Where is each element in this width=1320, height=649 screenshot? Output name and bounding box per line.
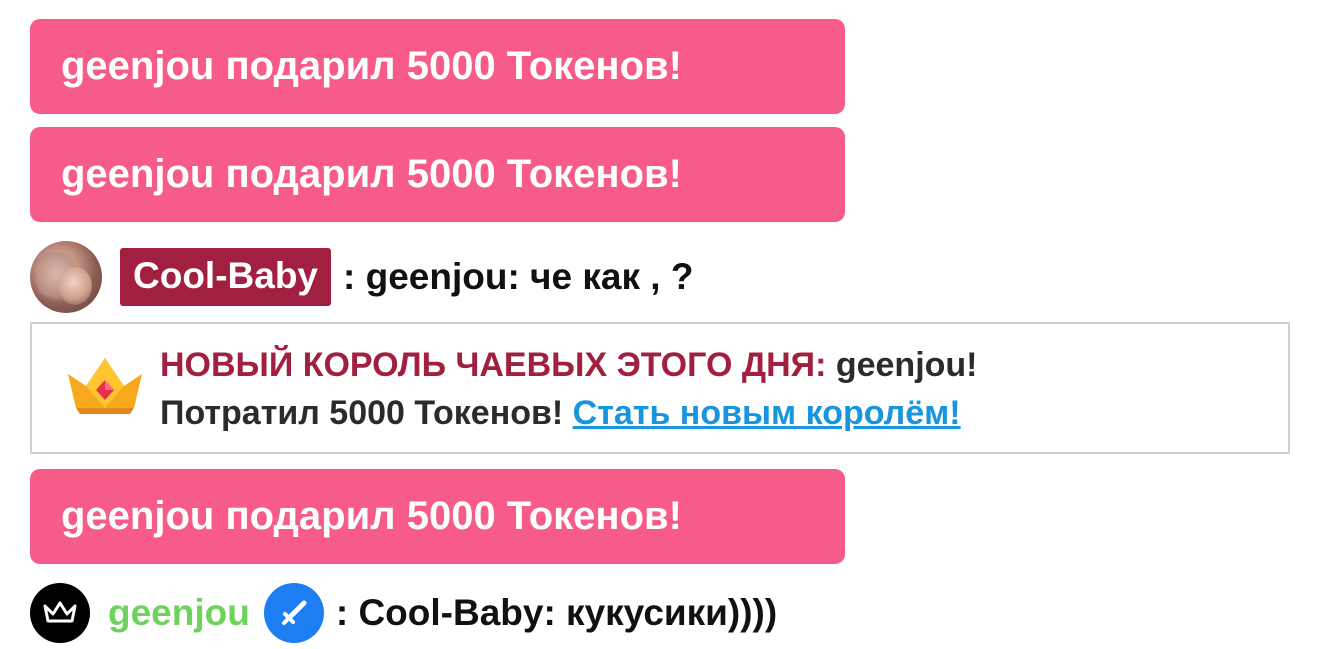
tip-message-text: geenjou подарил 5000 Токенов! xyxy=(61,494,682,538)
tip-message-text: geenjou подарил 5000 Токенов! xyxy=(61,152,682,196)
tip-king-notice: НОВЫЙ КОРОЛЬ ЧАЕВЫХ ЭТОГО ДНЯ: geenjou! … xyxy=(30,322,1290,454)
tip-message: geenjou подарил 5000 Токенов! xyxy=(30,19,845,114)
crown-icon xyxy=(43,601,77,623)
verified-sword-icon xyxy=(263,583,324,643)
chat-message: geenjou : Cool-Baby: кукусики)))) xyxy=(30,577,1310,649)
message-text: : Cool-Baby: кукусики)))) xyxy=(335,592,778,633)
username-badge[interactable]: Cool-Baby xyxy=(120,248,331,306)
tip-message: geenjou подарил 5000 Токенов! xyxy=(30,127,845,222)
chat-feed: geenjou подарил 5000 Токенов! geenjou по… xyxy=(0,0,1320,647)
tip-message: geenjou подарил 5000 Токенов! xyxy=(30,469,845,564)
king-name: geenjou! xyxy=(835,346,978,384)
message-text: : geenjou: че как , ? xyxy=(343,256,694,297)
king-spent-line: Потратил 5000 Токенов! Стать новым корол… xyxy=(160,394,961,433)
user-avatar[interactable] xyxy=(30,241,102,313)
user-avatar[interactable] xyxy=(30,583,90,643)
username[interactable]: geenjou xyxy=(108,592,250,634)
king-title-line: НОВЫЙ КОРОЛЬ ЧАЕВЫХ ЭТОГО ДНЯ: geenjou! xyxy=(160,346,978,385)
king-title: НОВЫЙ КОРОЛЬ ЧАЕВЫХ ЭТОГО ДНЯ: xyxy=(160,346,827,384)
crown-icon xyxy=(68,358,142,414)
king-spent: Потратил 5000 Токенов! xyxy=(160,394,564,432)
chat-message: Cool-Baby : geenjou: че как , ? xyxy=(30,241,1310,313)
tip-message-text: geenjou подарил 5000 Токенов! xyxy=(61,44,682,88)
become-king-link[interactable]: Стать новым королём! xyxy=(573,394,961,432)
